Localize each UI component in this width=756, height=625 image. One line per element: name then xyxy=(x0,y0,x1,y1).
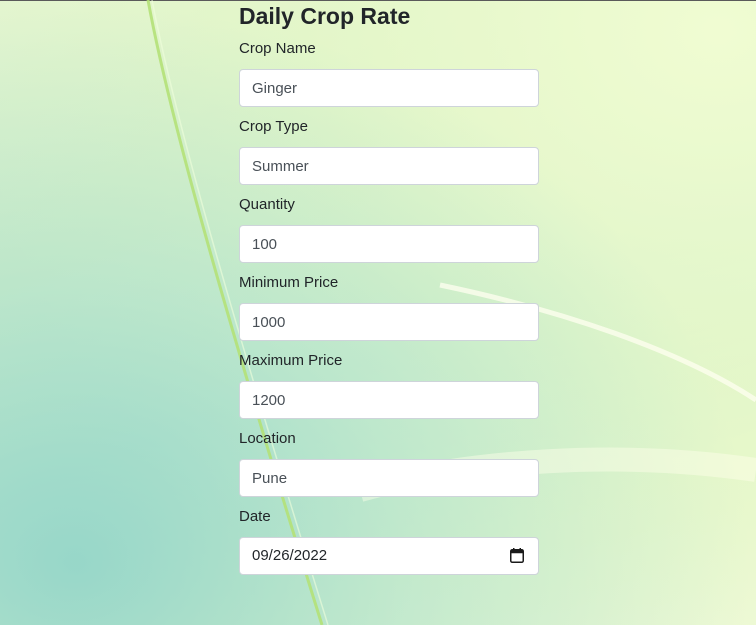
crop-rate-form: Daily Crop Rate Crop Name Crop Type Quan… xyxy=(239,0,539,575)
crop-name-label: Crop Name xyxy=(239,40,316,57)
quantity-group: Quantity xyxy=(239,196,539,263)
max-price-label: Maximum Price xyxy=(239,352,343,369)
location-input[interactable] xyxy=(239,459,539,497)
date-group: Date 09/26/2022 xyxy=(239,508,539,575)
min-price-label: Minimum Price xyxy=(239,274,339,291)
calendar-icon[interactable] xyxy=(510,548,524,563)
page-title: Daily Crop Rate xyxy=(239,3,411,29)
min-price-group: Minimum Price xyxy=(239,274,539,341)
max-price-group: Maximum Price xyxy=(239,352,539,419)
date-label: Date xyxy=(239,508,271,525)
crop-type-input[interactable] xyxy=(239,147,539,185)
date-input[interactable]: 09/26/2022 xyxy=(239,537,539,575)
location-label: Location xyxy=(239,430,296,447)
min-price-input[interactable] xyxy=(239,303,539,341)
crop-type-label: Crop Type xyxy=(239,118,308,135)
quantity-label: Quantity xyxy=(239,196,295,213)
location-group: Location xyxy=(239,430,539,497)
quantity-input[interactable] xyxy=(239,225,539,263)
crop-name-input[interactable] xyxy=(239,69,539,107)
max-price-input[interactable] xyxy=(239,381,539,419)
date-value: 09/26/2022 xyxy=(252,547,328,564)
crop-name-group: Crop Name xyxy=(239,40,539,107)
crop-type-group: Crop Type xyxy=(239,118,539,185)
